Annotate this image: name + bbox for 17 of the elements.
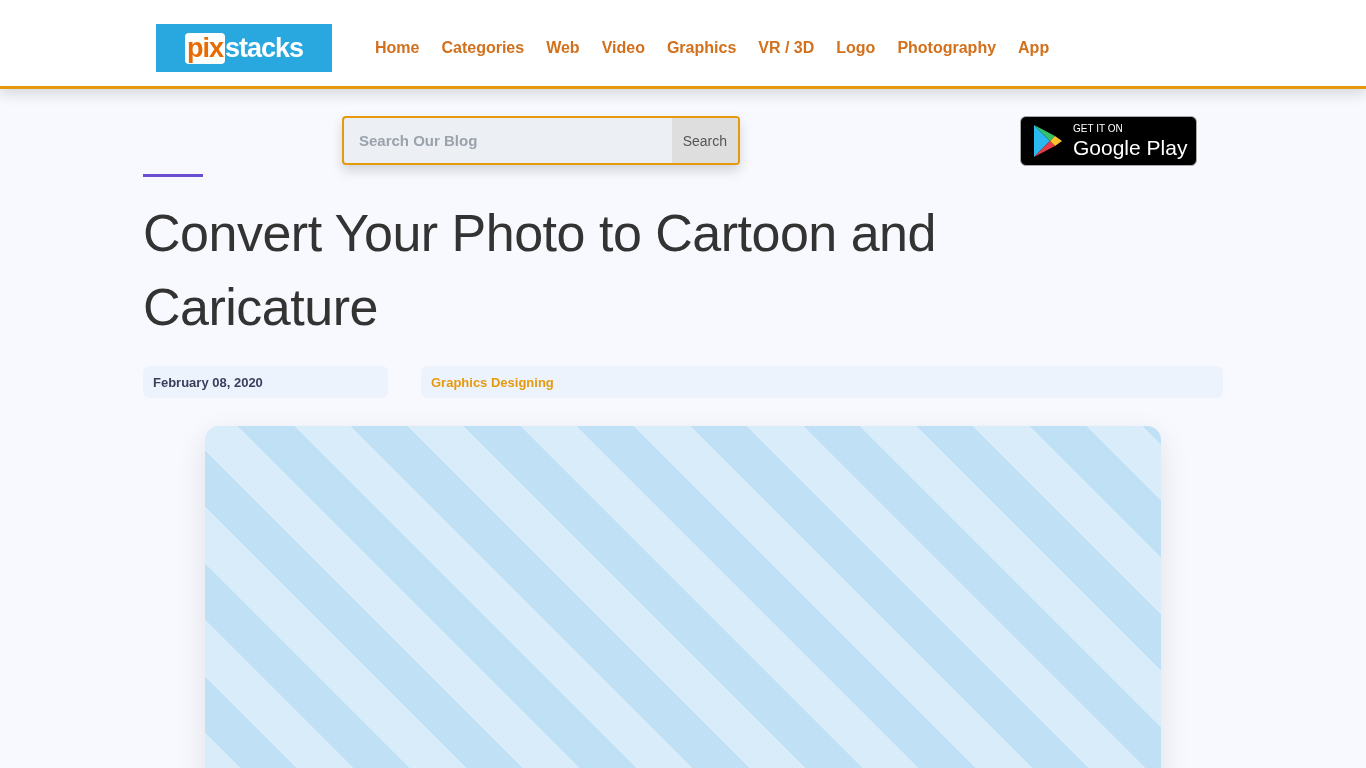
category-link[interactable]: Graphics Designing	[421, 366, 1223, 398]
article-title: Convert Your Photo to Cartoon and Caricature	[143, 203, 937, 338]
nav-link[interactable]: App	[1018, 39, 1050, 57]
google-play-badge[interactable]: GET IT ON Google Play	[1020, 116, 1197, 166]
nav-link[interactable]: Categories	[441, 39, 525, 57]
nav-link[interactable]: VR / 3D	[758, 39, 815, 57]
play-triangle-icon	[1033, 124, 1063, 158]
site-logo[interactable]: pixstacks	[156, 24, 332, 72]
nav-link[interactable]: Photography	[897, 39, 997, 57]
nav-link[interactable]: Logo	[836, 39, 876, 57]
nav-link[interactable]: Web	[546, 39, 580, 57]
post-date: February 08, 2020	[143, 366, 388, 398]
nav-link[interactable]: Video	[601, 39, 645, 57]
nav-link[interactable]: Graphics	[666, 39, 737, 57]
nav-link[interactable]: Home	[375, 39, 420, 57]
search-field[interactable]: Search Our Blog Search	[342, 116, 740, 165]
search-button[interactable]: Search	[671, 118, 738, 163]
